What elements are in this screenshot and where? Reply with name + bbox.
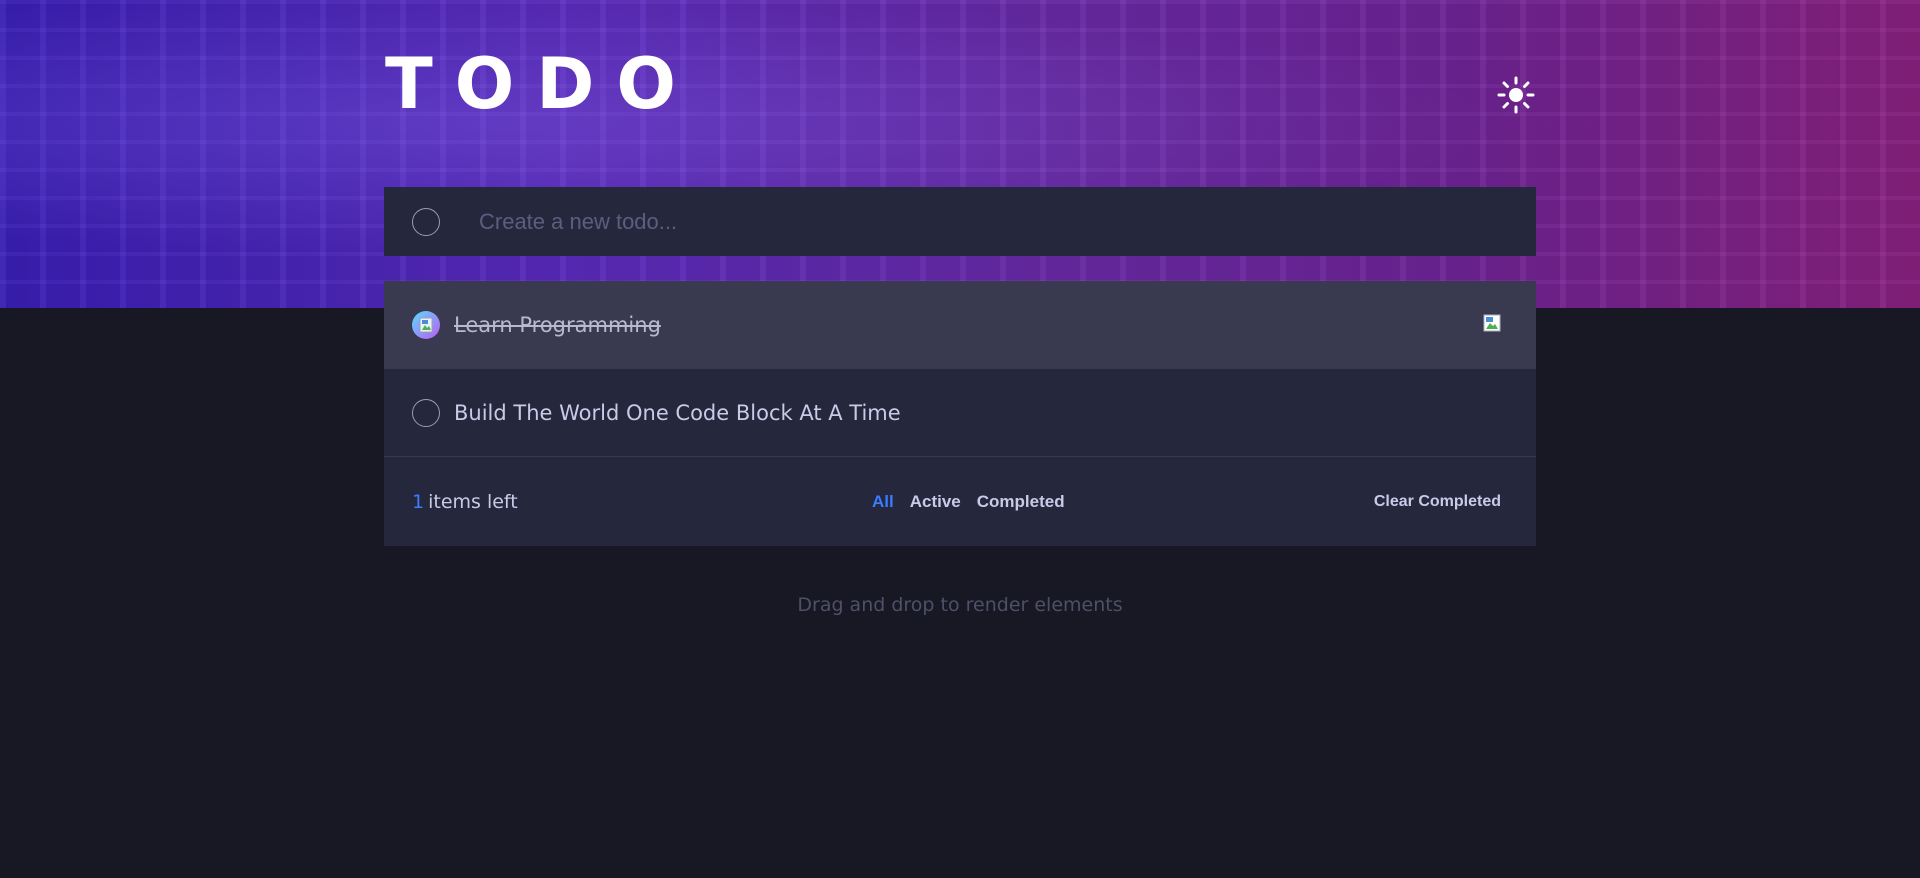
todo-item[interactable]: Build The World One Code Block At A Time	[384, 369, 1536, 457]
drag-drop-hint: Drag and drop to render elements	[797, 594, 1123, 616]
todo-list: Learn Programming Build The World One Co…	[384, 281, 1536, 546]
new-todo-input[interactable]	[477, 207, 1381, 236]
filter-tabs: All Active Completed	[872, 492, 1065, 512]
todo-item-completed[interactable]: Learn Programming	[384, 281, 1536, 369]
clear-completed-button[interactable]: Clear Completed	[1374, 493, 1501, 511]
new-todo-bar	[384, 187, 1536, 256]
todo-item-text: Learn Programming	[454, 312, 661, 337]
todo-checkbox[interactable]	[412, 398, 440, 427]
header-background	[0, 0, 1920, 308]
filter-active[interactable]: Active	[910, 492, 961, 512]
broken-image-icon	[1483, 314, 1501, 332]
theme-toggle-button[interactable]	[1497, 76, 1535, 114]
todo-checkbox-checked[interactable]	[412, 310, 440, 339]
todo-footer: 1 items left All Active Completed Clear C…	[384, 457, 1536, 546]
broken-image-icon	[419, 317, 433, 332]
page-title: TODO	[385, 43, 698, 125]
sun-icon	[1497, 76, 1535, 114]
items-left-label: items left	[428, 490, 518, 513]
filter-completed[interactable]: Completed	[977, 492, 1065, 512]
filter-all[interactable]: All	[872, 492, 894, 512]
delete-button[interactable]	[1482, 313, 1502, 333]
todo-item-text: Build The World One Code Block At A Time	[454, 400, 901, 425]
items-left-count: 1	[412, 490, 425, 513]
new-todo-checkbox[interactable]	[412, 207, 440, 236]
items-left-counter: 1 items left	[412, 491, 518, 513]
